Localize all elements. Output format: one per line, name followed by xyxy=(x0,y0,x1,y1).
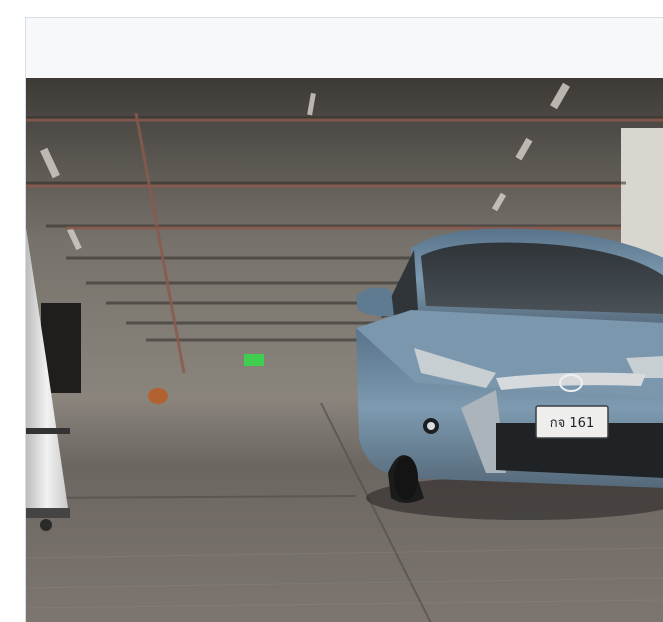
parking-garage-scene: กจ 161 xyxy=(26,78,663,622)
car-photo[interactable]: กจ 161 xyxy=(26,78,663,622)
svg-text:กจ 161: กจ 161 xyxy=(550,416,594,431)
card-header xyxy=(26,18,663,78)
image-card: กจ 161 xyxy=(25,17,663,622)
